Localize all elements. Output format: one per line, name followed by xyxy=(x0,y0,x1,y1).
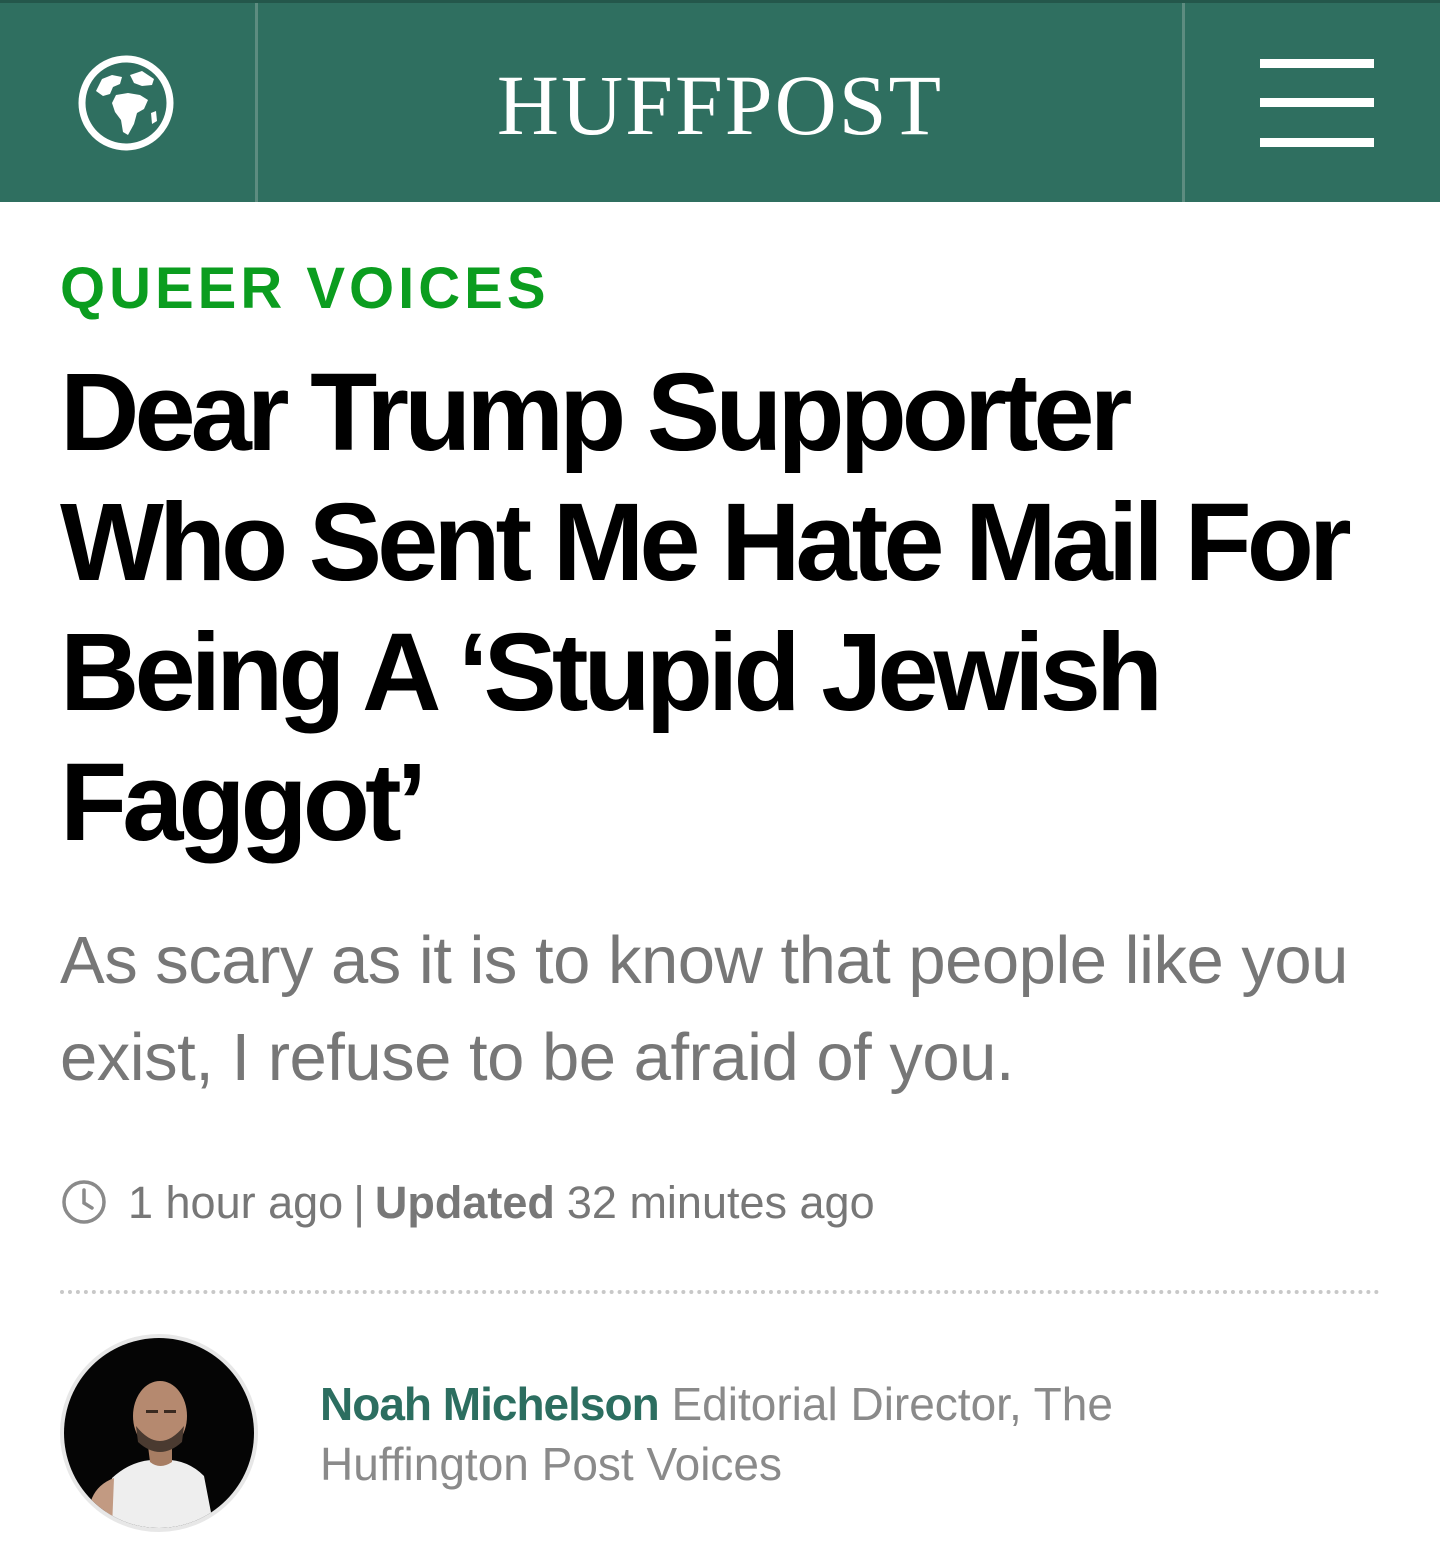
timestamp-separator: | xyxy=(353,1176,365,1228)
logo-wordmark: HUFFPOST xyxy=(496,56,944,153)
headline: Dear Trump Supporter Who Sent Me Hate Ma… xyxy=(60,351,1352,864)
edition-selector[interactable] xyxy=(0,3,258,202)
menu-button[interactable] xyxy=(1182,3,1440,202)
article-header: QUEER VOICES Dear Trump Supporter Who Se… xyxy=(60,202,1380,1532)
updated-time: 32 minutes ago xyxy=(566,1176,875,1228)
updated-label: Updated xyxy=(374,1176,555,1228)
clock-icon xyxy=(62,1180,106,1224)
author-photo xyxy=(64,1338,254,1528)
published-time: 1 hour ago xyxy=(128,1176,344,1228)
divider xyxy=(60,1290,1380,1294)
byline: Noah Michelson Editorial Director, The H… xyxy=(60,1334,1380,1532)
author-name[interactable]: Noah Michelson xyxy=(320,1378,660,1430)
article-dek: As scary as it is to know that people li… xyxy=(60,923,1348,1095)
author-info: Noah Michelson Editorial Director, The H… xyxy=(320,1374,1220,1494)
globe-icon xyxy=(78,55,173,150)
timestamp: 1 hour ago | Updated 32 minutes ago xyxy=(60,1178,1380,1226)
site-logo[interactable]: HUFFPOST xyxy=(258,3,1182,202)
hamburger-menu-icon xyxy=(1259,58,1374,147)
author-avatar[interactable] xyxy=(60,1334,258,1532)
site-header: HUFFPOST xyxy=(0,0,1440,202)
section-label[interactable]: QUEER VOICES xyxy=(60,260,550,318)
